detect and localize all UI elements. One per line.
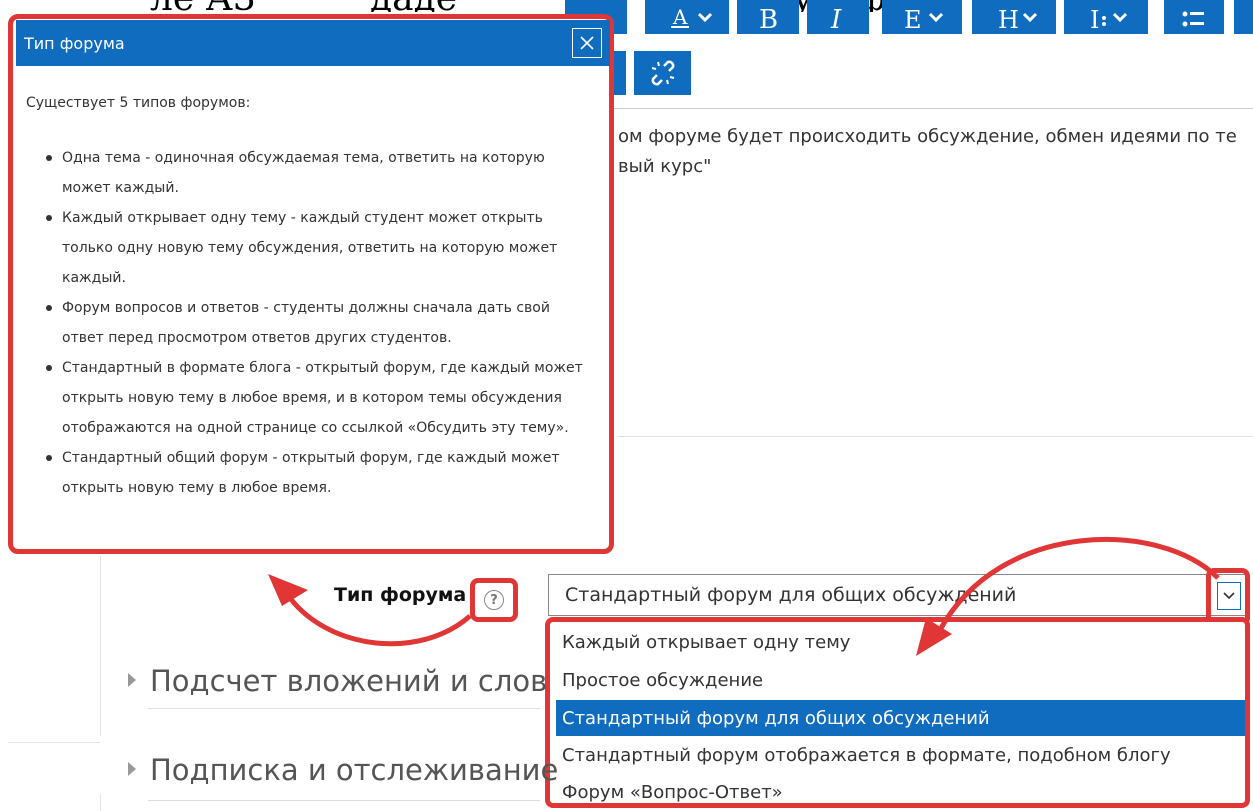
help-popup-list-item: Стандартный в формате блога - открытый ф… <box>42 353 592 443</box>
section-title: Подписка и отслеживание <box>150 753 559 787</box>
toolbar-button-link[interactable] <box>614 51 626 95</box>
section-divider <box>618 436 1253 437</box>
annotation-arrowhead <box>268 574 308 606</box>
close-icon <box>580 36 594 50</box>
dropdown-option[interactable]: Простое обсуждение <box>556 662 1245 698</box>
svg-text:I: I <box>830 5 842 32</box>
toolbar-button-font-color[interactable]: A <box>645 0 729 34</box>
forum-type-select[interactable]: Стандартный форум для общих обсуждений <box>548 574 1248 616</box>
section-rule <box>148 800 540 801</box>
italic-icon: I <box>830 5 842 32</box>
svg-text:A: A <box>672 5 688 29</box>
font-color-icon: A <box>671 5 713 29</box>
toolbar-button-numbered-list[interactable] <box>1234 0 1253 34</box>
svg-text:I: I <box>1090 6 1099 32</box>
help-popup-list: Одна тема - одиночная обсуждаемая тема, … <box>42 143 592 503</box>
editor-text-line-1[interactable]: ом форуме будет происходить обсуждение, … <box>618 126 1237 147</box>
forum-type-select-toggle[interactable] <box>1217 582 1241 610</box>
forum-type-select-value: Стандартный форум для общих обсуждений <box>565 584 1017 606</box>
section-subscription-tracking[interactable]: Подписка и отслеживание <box>128 753 558 787</box>
editor-text-line-2[interactable]: вый курс" <box>618 156 711 177</box>
toolbar-button-bullet-list[interactable] <box>1164 0 1224 34</box>
unlink-icon <box>651 60 674 86</box>
dropdown-option[interactable]: Стандартный форум отображается в формате… <box>556 737 1245 773</box>
forum-type-label: Тип форума <box>334 584 467 606</box>
help-icon[interactable]: ? <box>484 590 504 610</box>
bold-icon: B <box>759 5 778 32</box>
bullet-list-icon <box>1182 11 1204 27</box>
toolbar-button-heading[interactable]: H <box>972 0 1056 34</box>
section-rule <box>148 708 540 709</box>
forum-type-dropdown: Каждый открывает одну тему Простое обсуж… <box>545 617 1250 808</box>
collapsed-triangle-icon <box>128 673 136 687</box>
dropdown-option[interactable]: Каждый открывает одну тему <box>556 624 1245 660</box>
toolbar-button-unlink[interactable] <box>634 51 691 95</box>
help-popup-close-button[interactable] <box>572 28 602 58</box>
toolbar-button-style[interactable]: E <box>882 0 962 34</box>
collapsed-triangle-icon <box>128 762 136 776</box>
left-column-border <box>100 556 101 736</box>
help-popup-list-item: Форум вопросов и ответов - студенты долж… <box>42 293 592 353</box>
dropdown-option[interactable]: Форум «Вопрос-Ответ» <box>556 774 1245 803</box>
paragraph-icon: I <box>1090 6 1128 32</box>
chevron-down-icon <box>1223 592 1235 600</box>
help-popup-header: Тип форума <box>16 20 610 66</box>
svg-text:B: B <box>759 5 778 32</box>
svg-text:E: E <box>904 6 922 32</box>
toolbar-button-italic[interactable]: I <box>807 0 869 34</box>
style-icon: E <box>904 6 944 32</box>
left-column-rule-2 <box>100 794 101 811</box>
help-button-highlight: ? <box>470 578 518 622</box>
help-popup-list-item: Каждый открывает одну тему - каждый студ… <box>42 203 592 293</box>
toolbar-button-bold[interactable]: B <box>737 0 799 34</box>
svg-text:H: H <box>998 6 1019 32</box>
heading-icon: H <box>998 6 1038 32</box>
editor-divider <box>612 108 1253 109</box>
section-attachments-word-count[interactable]: Подсчет вложений и слов <box>128 664 547 698</box>
section-title: Подсчет вложений и слов <box>150 664 548 698</box>
left-column-rule <box>8 742 100 743</box>
dropdown-option-selected[interactable]: Стандартный форум для общих обсуждений <box>556 700 1245 736</box>
help-popup-title: Тип форума <box>24 33 125 53</box>
help-popup-list-item: Стандартный общий форум - открытый форум… <box>42 443 592 503</box>
help-popup-intro: Существует 5 типов форумов: <box>26 95 251 111</box>
toolbar-button-paragraph[interactable]: I <box>1064 0 1148 34</box>
help-popup-list-item: Одна тема - одиночная обсуждаемая тема, … <box>42 143 592 203</box>
